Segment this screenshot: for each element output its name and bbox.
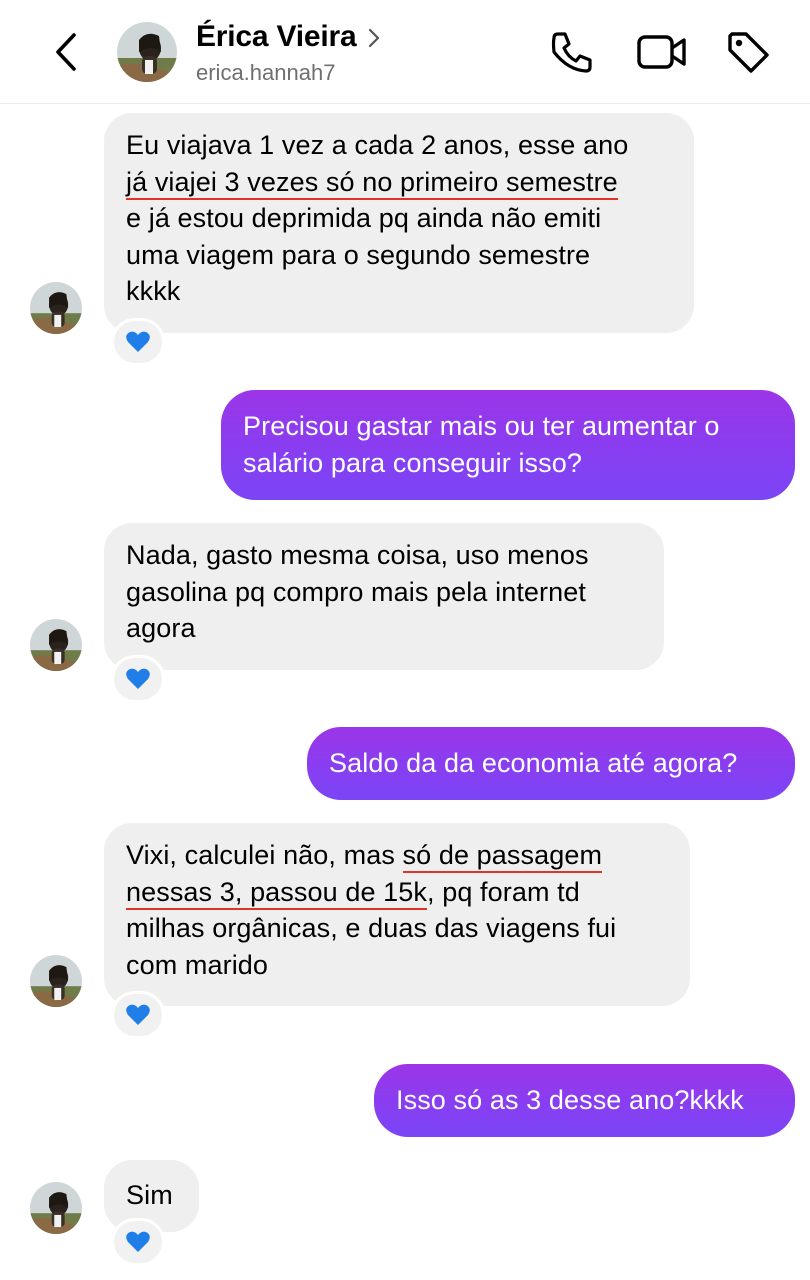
contact-username: erica.hannah7	[196, 60, 336, 85]
avatar-photo	[30, 619, 82, 671]
outgoing-message[interactable]: Saldo da da economia até agora?	[307, 727, 795, 800]
video-call-button[interactable]	[636, 28, 688, 76]
incoming-message[interactable]: Vixi, calculei não, mas só de passagem n…	[104, 823, 690, 1006]
contact-avatar-small[interactable]	[30, 282, 82, 334]
avatar-photo	[117, 22, 177, 82]
chevron-left-icon	[56, 33, 76, 71]
avatar-photo	[30, 955, 82, 1007]
message-line: Saldo da da economia até agora?	[329, 748, 738, 778]
contact-avatar-small[interactable]	[30, 1182, 82, 1234]
message-line: uma viagem para o segundo semestre	[126, 239, 591, 270]
heart-reaction[interactable]	[111, 318, 165, 366]
heart-reaction[interactable]	[111, 655, 165, 703]
blue-heart-icon	[126, 668, 150, 689]
text-segment: Vixi, calculei não, mas	[126, 840, 403, 870]
contact-avatar[interactable]	[117, 22, 177, 82]
message-line: Vixi, calculei não, mas só de passagem	[126, 837, 668, 874]
message-line: Nada, gasto mesma coisa, uso menos	[126, 540, 589, 570]
message-line: salário para conseguir isso?	[243, 447, 582, 478]
message-line: Isso só as 3 desse ano?kkkk	[396, 1085, 744, 1115]
message-line: com marido	[126, 949, 269, 980]
contact-avatar-small[interactable]	[30, 955, 82, 1007]
message-line: nessas 3, passou de 15k, pq foram td	[126, 874, 668, 911]
message-line: kkkk	[126, 276, 181, 307]
underlined-text: já viajei 3 vezes só no primeiro semestr…	[126, 166, 618, 200]
avatar-photo	[30, 282, 82, 334]
outgoing-message[interactable]: Isso só as 3 desse ano?kkkk	[374, 1064, 795, 1137]
audio-call-button[interactable]	[548, 28, 596, 76]
contact-name[interactable]: Érica Vieira	[196, 20, 357, 54]
back-button[interactable]	[46, 30, 86, 74]
underlined-text: só de passagem	[402, 840, 603, 873]
message-line: já viajei 3 vezes só no primeiro semestr…	[126, 164, 672, 201]
message-line: milhas orgânicas, e duas das viagens fui	[126, 913, 617, 944]
underlined-text: nessas 3, passou de 15k	[126, 876, 428, 910]
incoming-message[interactable]: Eu viajava 1 vez a cada 2 anos, esse ano…	[104, 113, 694, 333]
contact-avatar-small[interactable]	[30, 619, 82, 671]
message-line: gasolina pq compro mais pela internet	[126, 576, 586, 607]
text-segment: , pq foram td	[427, 876, 580, 907]
blue-heart-icon	[126, 1231, 150, 1252]
message-line: agora	[126, 613, 196, 644]
heart-reaction[interactable]	[111, 1218, 165, 1266]
outgoing-message[interactable]: Precisou gastar mais ou ter aumentar o s…	[221, 390, 795, 500]
message-line: Eu viajava 1 vez a cada 2 anos, esse ano	[126, 130, 629, 160]
incoming-message[interactable]: Nada, gasto mesma coisa, uso menos gasol…	[104, 523, 664, 670]
tag-icon	[728, 32, 769, 73]
message-line: Precisou gastar mais ou ter aumentar o	[243, 411, 720, 441]
blue-heart-icon	[126, 1004, 150, 1025]
chevron-right-icon[interactable]	[366, 26, 382, 50]
message-line: Sim	[126, 1180, 173, 1210]
heart-reaction[interactable]	[111, 991, 165, 1039]
phone-icon	[551, 32, 592, 73]
video-camera-icon	[637, 35, 686, 69]
avatar-photo	[30, 1182, 82, 1234]
chat-screen: Érica Vieira erica.hannah7 Eu viajava 1 …	[0, 0, 810, 1280]
message-line: e já estou deprimida pq ainda não emiti	[126, 203, 602, 234]
chat-header: Érica Vieira erica.hannah7	[0, 0, 810, 104]
blue-heart-icon	[126, 331, 150, 352]
tag-button[interactable]	[724, 28, 772, 76]
